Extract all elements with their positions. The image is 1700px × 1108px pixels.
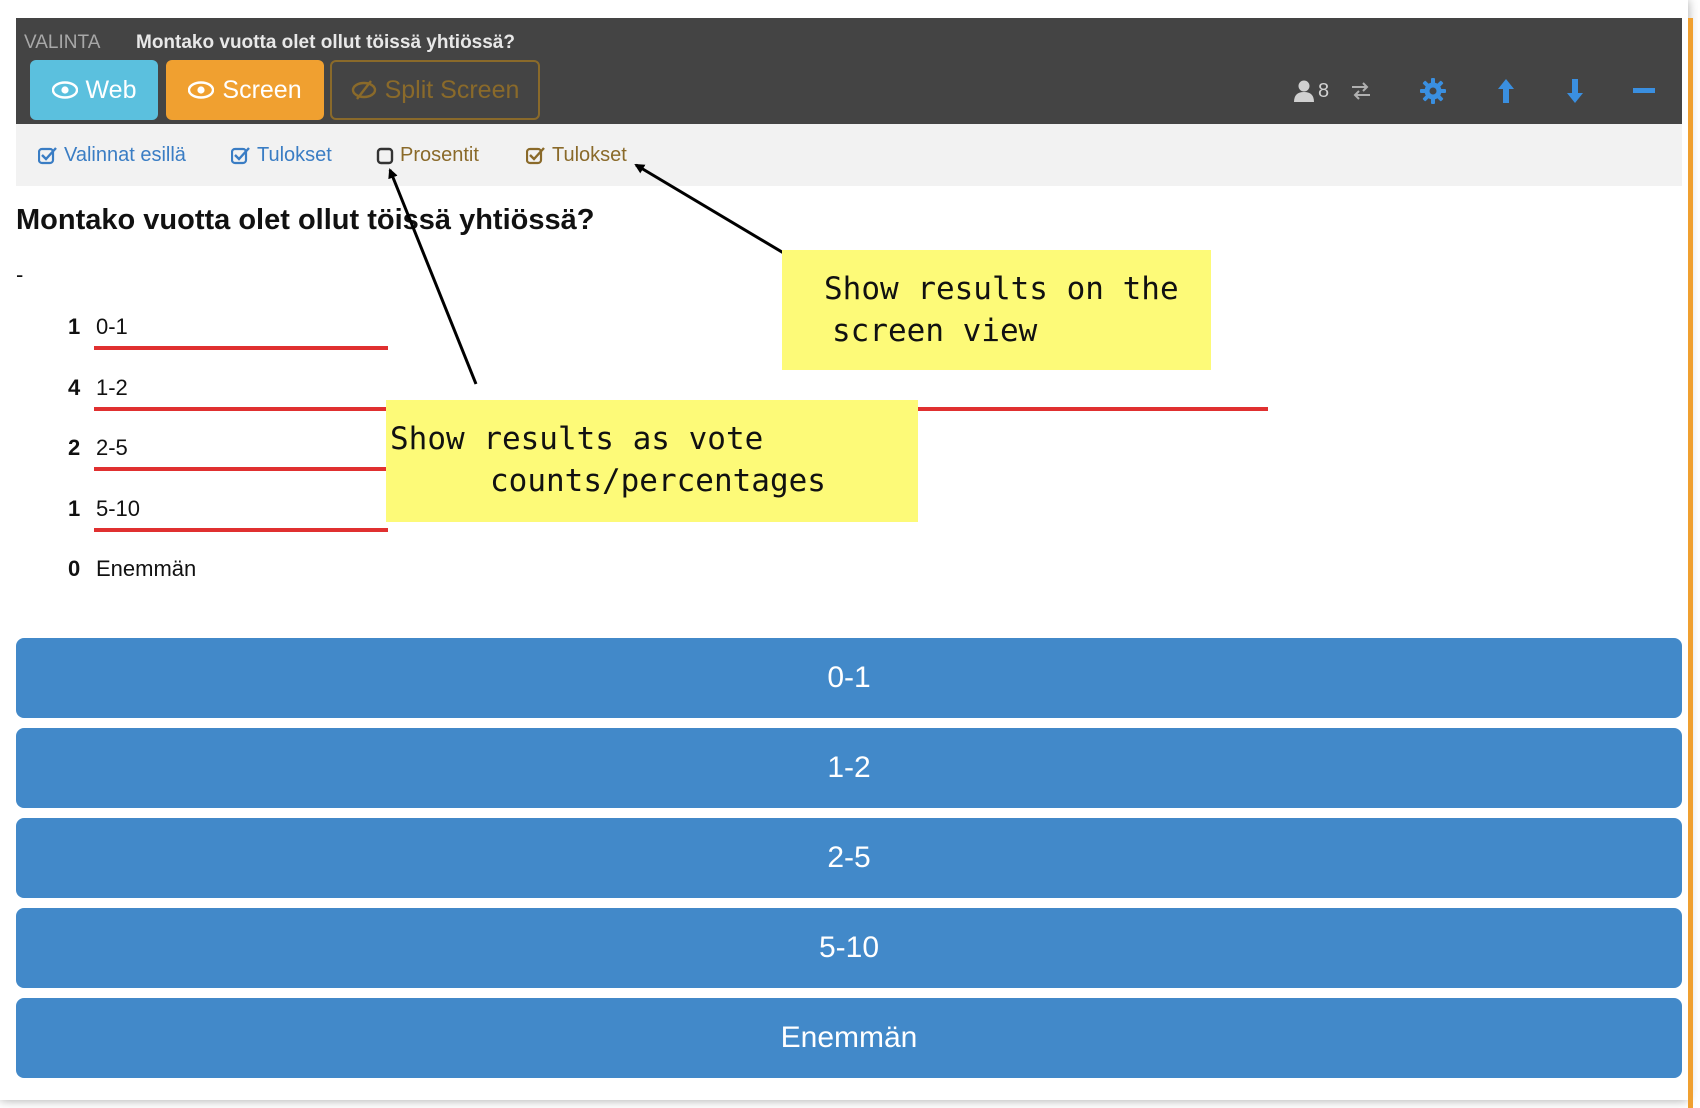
result-count: 1 — [68, 314, 81, 339]
result-label: 0-1 — [96, 314, 128, 339]
show-choices-toggle[interactable]: Valinnat esillä — [38, 144, 186, 167]
choice-button[interactable]: 5-10 — [16, 908, 1682, 988]
percentages-toggle[interactable]: Prosentit — [376, 144, 479, 167]
question-type-label: VALINTA — [24, 32, 101, 53]
checkbox-empty-icon — [376, 147, 394, 164]
user-icon — [1294, 80, 1314, 102]
eye-slash-icon — [351, 80, 376, 100]
question-header: VALINTA Montako vuotta olet ollut töissä… — [16, 18, 1682, 124]
choice-button[interactable]: 0-1 — [16, 638, 1682, 718]
web-view-label: Web — [85, 75, 137, 104]
move-down-button[interactable] — [1566, 76, 1584, 106]
exchange-icon — [1352, 82, 1370, 100]
question-description: - — [16, 262, 24, 287]
result-bar — [94, 527, 388, 532]
checkbox-checked-icon — [231, 146, 250, 164]
note1-line1: Show results on the — [824, 271, 1179, 307]
participant-count: 8 — [1318, 79, 1330, 102]
participants-indicator: 8 — [1294, 76, 1329, 106]
screen-results-toggle[interactable]: Tulokset — [526, 144, 627, 167]
arrow-down-icon — [1567, 79, 1583, 103]
minus-icon — [1633, 88, 1655, 93]
checkbox-checked-icon — [526, 146, 545, 164]
screen-view-button[interactable]: Screen — [166, 60, 324, 120]
vote-counts-note: Show results as vote counts/percentages — [386, 400, 918, 522]
result-label: 2-5 — [96, 435, 128, 460]
split-screen-button[interactable]: Split Screen — [330, 60, 540, 120]
gear-icon — [1420, 78, 1446, 104]
right-accent-border — [1688, 18, 1693, 1108]
percentages-label: Prosentit — [400, 144, 479, 166]
eye-icon — [51, 81, 78, 99]
show-choices-label: Valinnat esillä — [64, 144, 186, 166]
result-count: 1 — [68, 495, 81, 521]
eye-icon — [188, 81, 215, 99]
result-label: 1-2 — [96, 374, 128, 400]
screen-results-label: Tulokset — [552, 144, 627, 166]
arrow-up-icon — [1498, 79, 1514, 103]
display-options-bar: Valinnat esillä Tulokset Prosentit Tulok… — [16, 124, 1682, 186]
swap-button[interactable] — [1350, 76, 1372, 106]
checkbox-checked-icon — [38, 146, 57, 164]
collapse-button[interactable] — [1633, 76, 1655, 106]
note1-line2: screen view — [832, 313, 1038, 349]
result-count: 0 — [68, 556, 81, 581]
web-results-label: Tulokset — [257, 144, 332, 166]
web-view-button[interactable]: Web — [30, 60, 158, 120]
choice-button[interactable]: Enemmän — [16, 998, 1682, 1078]
result-label: Enemmän — [96, 556, 197, 581]
note2-line1: Show results as vote — [390, 421, 764, 457]
settings-button[interactable] — [1420, 76, 1446, 106]
screen-view-label: Screen — [222, 75, 302, 104]
result-bar — [94, 346, 388, 350]
screen-results-note: Show results on the screen view — [782, 250, 1211, 370]
result-count: 4 — [68, 374, 81, 400]
choice-button[interactable]: 1-2 — [16, 728, 1682, 808]
move-up-button[interactable] — [1497, 76, 1515, 106]
web-results-toggle[interactable]: Tulokset — [231, 144, 332, 167]
result-count: 2 — [68, 435, 81, 460]
split-screen-label: Split Screen — [384, 75, 520, 104]
choice-button[interactable]: 2-5 — [16, 818, 1682, 898]
header-question-title: Montako vuotta olet ollut töissä yhtiöss… — [136, 32, 515, 53]
result-label: 5-10 — [96, 495, 141, 521]
note2-line2: counts/percentages — [490, 463, 826, 499]
question-text: Montako vuotta olet ollut töissä yhtiöss… — [16, 204, 595, 236]
